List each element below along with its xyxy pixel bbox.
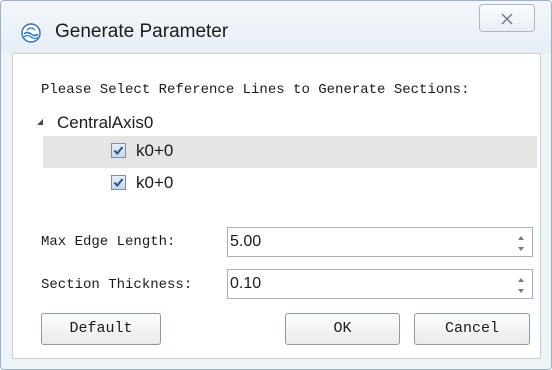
close-icon	[501, 13, 513, 25]
default-button[interactable]: Default	[41, 313, 161, 345]
title-bar[interactable]: Generate Parameter	[1, 1, 551, 53]
tree-item-k0-first[interactable]: k0+0	[43, 136, 537, 168]
max-edge-length-input[interactable]	[230, 230, 502, 254]
cancel-button[interactable]: Cancel	[414, 313, 530, 345]
tree-item-checkbox[interactable]	[111, 175, 126, 190]
app-logo-icon	[21, 23, 41, 43]
section-thickness-spinbox[interactable]	[227, 269, 533, 299]
generate-parameter-dialog: Generate Parameter Please Select Referen…	[0, 0, 552, 370]
close-button[interactable]	[479, 4, 535, 32]
tree-item-k0-second[interactable]: k0+0	[43, 168, 537, 200]
checkmark-icon	[113, 146, 124, 156]
checkmark-icon	[113, 178, 124, 188]
tree-item-checkbox[interactable]	[111, 143, 126, 158]
section-thickness-label: Section Thickness:	[41, 277, 193, 293]
max-edge-length-spinbox[interactable]	[227, 227, 533, 257]
ok-button[interactable]: OK	[285, 313, 400, 345]
max-edge-length-label: Max Edge Length:	[41, 234, 176, 250]
spin-down-icon[interactable]	[515, 242, 527, 254]
expand-arrow-icon[interactable]	[37, 119, 43, 125]
section-thickness-input[interactable]	[230, 272, 502, 296]
tree-item-label: k0+0	[136, 141, 174, 160]
tree-node-label: CentralAxis0	[57, 113, 154, 132]
instruction-text: Please Select Reference Lines to Generat…	[41, 82, 470, 98]
spin-down-icon[interactable]	[515, 284, 527, 296]
dialog-body: Please Select Reference Lines to Generat…	[12, 53, 541, 359]
tree-item-label: k0+0	[136, 173, 174, 192]
window-title: Generate Parameter	[55, 21, 229, 42]
